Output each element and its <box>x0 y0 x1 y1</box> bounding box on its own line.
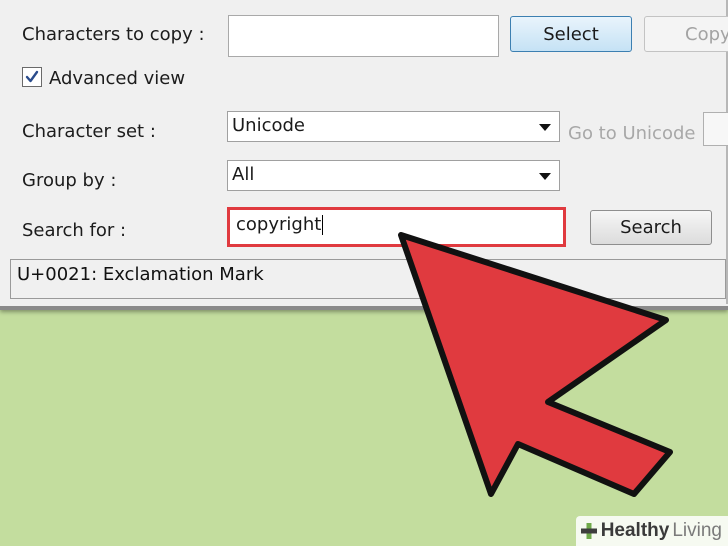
group-by-dropdown[interactable]: All <box>227 160 560 191</box>
select-button[interactable]: Select <box>510 16 632 52</box>
character-set-label: Character set : <box>22 121 156 142</box>
healthy-living-watermark: Healthy Living <box>575 516 728 546</box>
group-by-label: Group by : <box>22 170 117 191</box>
character-set-dropdown[interactable]: Unicode <box>227 111 560 142</box>
group-by-value: All <box>232 164 255 185</box>
character-set-value: Unicode <box>232 115 305 136</box>
characters-to-copy-input[interactable] <box>228 15 499 57</box>
cross-logo-icon <box>580 523 597 539</box>
watermark-text-living: Living <box>672 520 722 541</box>
text-caret <box>322 215 324 235</box>
characters-to-copy-label: Characters to copy : <box>22 24 205 45</box>
advanced-view-label: Advanced view <box>49 68 186 89</box>
checkmark-icon <box>25 70 39 83</box>
chevron-down-icon <box>539 173 551 180</box>
chevron-down-icon <box>539 124 551 131</box>
pointer-arrow-icon <box>398 232 673 497</box>
go-to-unicode-label: Go to Unicode : <box>568 123 708 144</box>
watermark-text-healthy: Healthy <box>600 520 670 541</box>
go-to-unicode-input[interactable] <box>703 112 728 146</box>
advanced-view-checkbox[interactable] <box>22 67 42 87</box>
search-input-value: copyright <box>236 214 322 235</box>
search-for-label: Search for : <box>22 220 127 241</box>
copy-button[interactable]: Copy <box>644 16 728 52</box>
